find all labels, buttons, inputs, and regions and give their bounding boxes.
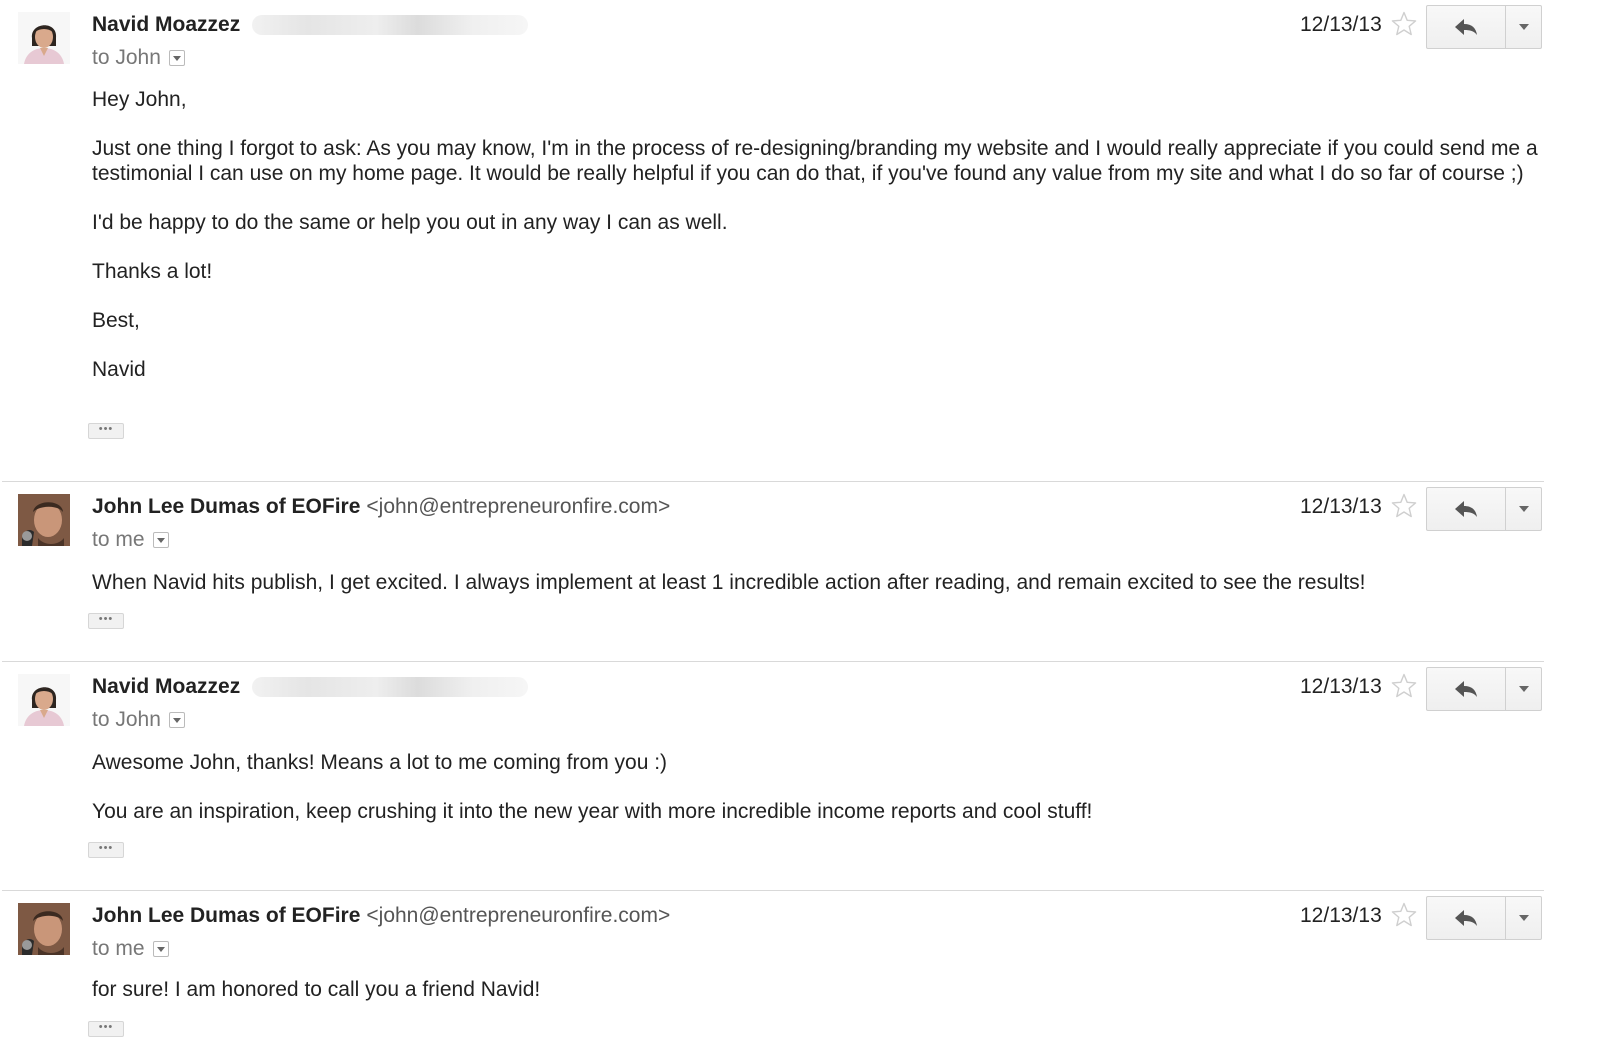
recipient-line: to John: [92, 45, 185, 71]
recipient-details-toggle[interactable]: [152, 532, 169, 549]
recipient-details-toggle[interactable]: [152, 941, 169, 958]
reply-arrow-icon: [1455, 19, 1478, 35]
recipient-line: to me: [92, 936, 169, 962]
avatar-john-image: [18, 903, 70, 955]
body-paragraph: Just one thing I forgot to ask: As you m…: [92, 137, 1538, 185]
avatar[interactable]: [18, 674, 70, 726]
body-paragraph: Navid: [92, 358, 146, 381]
body-paragraph: Thanks a lot!: [92, 260, 213, 283]
sender-line: John Lee Dumas of EOFire <john@entreprene…: [92, 494, 670, 520]
avatar[interactable]: [18, 494, 70, 546]
reply-button[interactable]: [1427, 897, 1505, 939]
star-icon[interactable]: [1390, 10, 1418, 38]
recipient-details-toggle[interactable]: [168, 712, 185, 729]
body-paragraph: You are an inspiration, keep crushing it…: [92, 800, 1093, 823]
message-date: 12/13/13: [1300, 495, 1382, 518]
recipient-label: to John: [92, 46, 161, 69]
star-icon[interactable]: [1390, 901, 1418, 929]
recipient-label: to John: [92, 708, 161, 731]
body-paragraph: Awesome John, thanks! Means a lot to me …: [92, 751, 668, 774]
message-date: 12/13/13: [1300, 904, 1382, 927]
message-body: When Navid hits publish, I get excited. …: [92, 570, 1540, 595]
star-icon[interactable]: [1390, 492, 1418, 520]
body-paragraph: for sure! I am honored to call you a fri…: [92, 978, 541, 1001]
body-paragraph: Hey John,: [92, 88, 187, 111]
show-trimmed-content-button[interactable]: •••: [88, 613, 124, 629]
show-trimmed-content-button[interactable]: •••: [88, 842, 124, 858]
recipient-details-toggle[interactable]: [168, 50, 185, 67]
reply-button[interactable]: [1427, 6, 1505, 48]
sender-line: Navid Moazzez: [92, 12, 529, 38]
body-paragraph: Best,: [92, 309, 140, 332]
star-icon[interactable]: [1390, 672, 1418, 700]
message-body: Awesome John, thanks! Means a lot to me …: [92, 750, 1540, 824]
chevron-down-icon: [1518, 686, 1529, 692]
reply-button[interactable]: [1427, 488, 1505, 530]
more-options-button[interactable]: [1505, 897, 1541, 939]
message-body: for sure! I am honored to call you a fri…: [92, 977, 1540, 1002]
reply-arrow-icon: [1455, 501, 1478, 517]
sender-name[interactable]: Navid Moazzez: [92, 13, 240, 36]
reply-button[interactable]: [1427, 668, 1505, 710]
recipient-label: to me: [92, 937, 145, 960]
email-thread: Navid Moazzez to John 12/13/13 Hey John,…: [0, 0, 1600, 1064]
avatar[interactable]: [18, 903, 70, 955]
chevron-down-icon: [172, 718, 181, 724]
sender-email: <john@entrepreneuronfire.com>: [366, 495, 671, 518]
chevron-down-icon: [1518, 506, 1529, 512]
more-options-button[interactable]: [1505, 488, 1541, 530]
show-trimmed-content-button[interactable]: •••: [88, 1021, 124, 1037]
recipient-line: to me: [92, 527, 169, 553]
body-paragraph: I'd be happy to do the same or help you …: [92, 211, 728, 234]
sender-name[interactable]: Navid Moazzez: [92, 675, 240, 698]
recipient-line: to John: [92, 707, 185, 733]
more-options-button[interactable]: [1505, 668, 1541, 710]
avatar-navid-image: [18, 12, 70, 64]
chevron-down-icon: [172, 56, 181, 62]
reply-arrow-icon: [1455, 681, 1478, 697]
sender-line: John Lee Dumas of EOFire <john@entreprene…: [92, 903, 670, 929]
chevron-down-icon: [1518, 915, 1529, 921]
chevron-down-icon: [156, 538, 165, 544]
message-body: Hey John, Just one thing I forgot to ask…: [92, 87, 1540, 382]
sender-name[interactable]: John Lee Dumas of EOFire: [92, 495, 360, 518]
email-message: Navid Moazzez to John 12/13/13 Awesome J…: [0, 662, 1600, 891]
redacted-sender-email: [252, 677, 529, 698]
avatar[interactable]: [18, 12, 70, 64]
more-options-button[interactable]: [1505, 6, 1541, 48]
message-actions: [1426, 667, 1542, 711]
avatar-john-image: [18, 494, 70, 546]
message-actions: [1426, 896, 1542, 940]
avatar-navid-image: [18, 674, 70, 726]
sender-line: Navid Moazzez: [92, 674, 529, 700]
reply-arrow-icon: [1455, 910, 1478, 926]
email-message: John Lee Dumas of EOFire <john@entreprene…: [0, 891, 1600, 1064]
body-paragraph: When Navid hits publish, I get excited. …: [92, 571, 1366, 594]
message-actions: [1426, 5, 1542, 49]
show-trimmed-content-button[interactable]: •••: [88, 423, 124, 439]
chevron-down-icon: [1518, 24, 1529, 30]
chevron-down-icon: [156, 947, 165, 953]
email-message: John Lee Dumas of EOFire <john@entreprene…: [0, 482, 1600, 662]
message-date: 12/13/13: [1300, 675, 1382, 698]
recipient-label: to me: [92, 528, 145, 551]
sender-email: <john@entrepreneuronfire.com>: [366, 904, 671, 927]
sender-name[interactable]: John Lee Dumas of EOFire: [92, 904, 360, 927]
email-message: Navid Moazzez to John 12/13/13 Hey John,…: [0, 0, 1600, 482]
message-date: 12/13/13: [1300, 13, 1382, 36]
redacted-sender-email: [252, 15, 529, 36]
message-actions: [1426, 487, 1542, 531]
